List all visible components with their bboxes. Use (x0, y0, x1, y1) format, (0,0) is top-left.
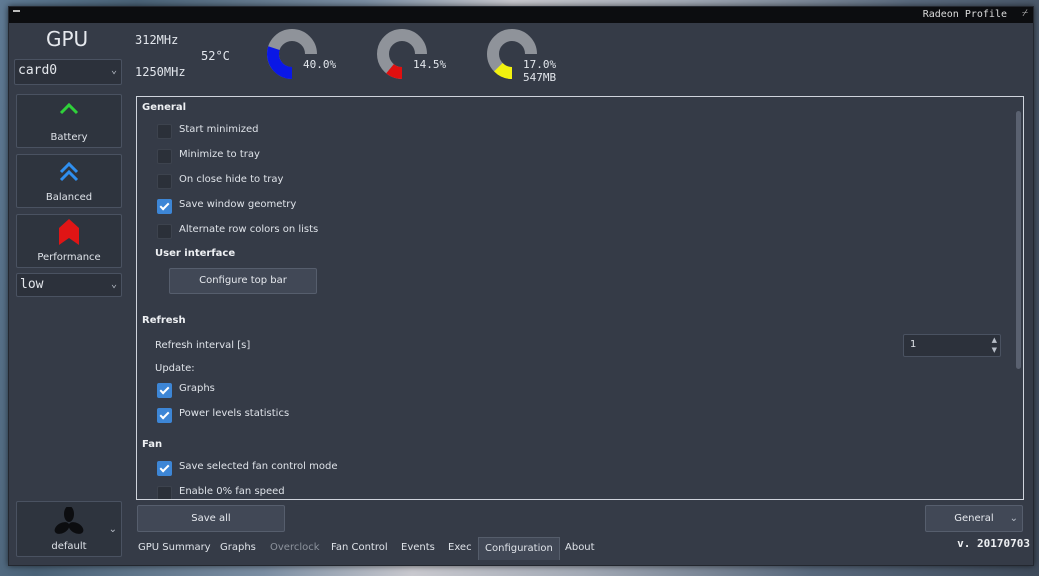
fan-profile-label: default (51, 541, 87, 552)
general-section-title: General (142, 102, 186, 113)
alt-row-colors-checkbox[interactable] (157, 224, 172, 239)
user-interface-section-title: User interface (155, 248, 236, 259)
update-label: Update: (155, 363, 195, 374)
power-level-value: low (20, 277, 44, 292)
start-minimized-label: Start minimized (179, 124, 259, 135)
section-select[interactable]: General ⌄ (925, 505, 1023, 532)
balanced-label: Balanced (45, 192, 93, 203)
refresh-interval-value: 1 (910, 339, 917, 350)
double-chevron-up-icon (17, 161, 121, 186)
gauge-fill (267, 46, 293, 79)
save-fan-mode-checkbox[interactable] (157, 461, 172, 476)
panel-scrollbar[interactable] (1016, 111, 1021, 369)
power-levels-label: Power levels statistics (179, 408, 290, 419)
performance-label: Performance (37, 252, 101, 263)
memory-clock: 1250MHz (135, 65, 186, 79)
tab-events[interactable]: Events (401, 538, 435, 558)
gpu-temperature: 52°C (201, 49, 230, 63)
power-levels-checkbox[interactable] (157, 408, 172, 423)
vram-usage-mb: 547MB (523, 71, 557, 84)
refresh-section-title: Refresh (142, 315, 186, 326)
performance-profile-button[interactable]: Performance (16, 214, 122, 268)
title-bar[interactable]: Radeon Profile ⌿ (9, 7, 1033, 23)
refresh-interval-spinbox[interactable]: 1 ▲ ▼ (903, 334, 1001, 357)
chevron-down-icon: ⌄ (108, 524, 117, 535)
graphs-label: Graphs (179, 383, 215, 394)
refresh-interval-label: Refresh interval [s] (155, 340, 251, 351)
graphs-checkbox[interactable] (157, 383, 172, 398)
tab-overclock[interactable]: Overclock (270, 538, 320, 558)
chevron-down-icon: ⌄ (1009, 513, 1018, 524)
balanced-profile-button[interactable]: Balanced (16, 154, 122, 208)
alt-row-colors-label: Alternate row colors on lists (179, 224, 319, 235)
power-level-select[interactable]: low ⌄ (16, 273, 122, 297)
minimize-to-tray-checkbox[interactable] (157, 149, 172, 164)
gpu-load-value: 40.0% (303, 58, 337, 71)
gpu-load-gauge (267, 29, 317, 79)
save-geometry-checkbox[interactable] (157, 199, 172, 214)
close-hide-tray-checkbox[interactable] (157, 174, 172, 189)
performance-arrow-icon (17, 218, 121, 249)
tab-about[interactable]: About (565, 538, 595, 558)
battery-label: Battery (50, 132, 88, 143)
battery-profile-button[interactable]: Battery (16, 94, 122, 148)
fan-profile-button[interactable]: ⌄ default (16, 501, 122, 557)
window-title: Radeon Profile (922, 9, 1007, 20)
chevron-down-icon: ⌄ (110, 279, 117, 290)
gpu-label: GPU (46, 27, 89, 51)
save-all-button[interactable]: Save all (137, 505, 285, 532)
spin-down-icon[interactable]: ▼ (992, 346, 997, 354)
fan-section-title: Fan (142, 439, 163, 450)
tab-gpu-summary[interactable]: GPU Summary (138, 538, 211, 558)
tab-graphs[interactable]: Graphs (220, 538, 256, 558)
window-menu-icon[interactable] (13, 10, 20, 12)
vram-usage-value: 17.0% (523, 58, 557, 71)
gauge-fill (494, 62, 513, 79)
configuration-panel: General Start minimized Minimize to tray… (136, 96, 1024, 500)
gauge-fill (386, 63, 403, 79)
chevron-up-icon (17, 101, 121, 120)
radeon-profile-window: Radeon Profile ⌿ GPU card0 ⌄ 312MHz 1250… (8, 6, 1034, 566)
enable-zero-fan-label: Enable 0% fan speed (179, 486, 285, 497)
section-select-value: General (954, 513, 994, 524)
tab-configuration[interactable]: Configuration (478, 537, 560, 560)
enable-zero-fan-checkbox[interactable] (157, 486, 172, 499)
vram-load-value: 14.5% (413, 58, 447, 71)
card-select[interactable]: card0 ⌄ (14, 59, 122, 85)
save-geometry-label: Save window geometry (179, 199, 297, 210)
vram-load-gauge (377, 29, 427, 79)
tab-fan-control[interactable]: Fan Control (331, 538, 388, 558)
card-select-value: card0 (18, 63, 58, 78)
version-label: v. 20170703 (957, 537, 1030, 550)
chevron-down-icon: ⌄ (110, 65, 117, 76)
save-fan-mode-label: Save selected fan control mode (179, 461, 338, 472)
core-clock: 312MHz (135, 33, 179, 47)
configure-top-bar-button[interactable]: Configure top bar (169, 268, 317, 294)
minimize-to-tray-label: Minimize to tray (179, 149, 260, 160)
pin-icon[interactable]: ⌿ (1022, 8, 1028, 19)
spin-up-icon[interactable]: ▲ (992, 336, 997, 344)
close-hide-tray-label: On close hide to tray (179, 174, 284, 185)
start-minimized-checkbox[interactable] (157, 124, 172, 139)
fan-icon (17, 506, 121, 540)
tab-exec[interactable]: Exec (448, 538, 472, 558)
